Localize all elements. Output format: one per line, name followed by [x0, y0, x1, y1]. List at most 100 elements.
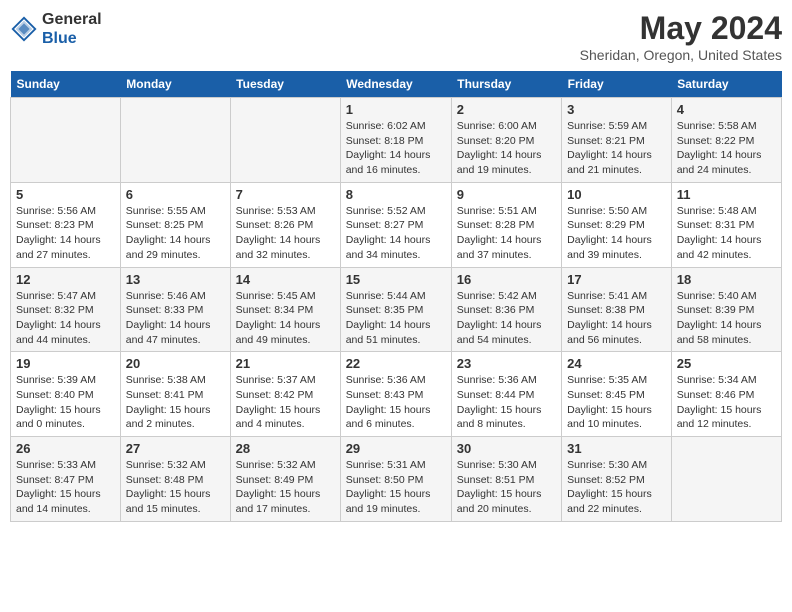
- day-info: Daylight: 14 hours and 39 minutes.: [567, 233, 666, 262]
- day-info: Sunrise: 5:34 AM: [677, 373, 776, 388]
- day-cell-2: 2Sunrise: 6:00 AMSunset: 8:20 PMDaylight…: [451, 98, 561, 183]
- logo-general: General: [42, 11, 102, 28]
- day-info: Daylight: 14 hours and 19 minutes.: [457, 148, 556, 177]
- day-cell-16: 16Sunrise: 5:42 AMSunset: 8:36 PMDayligh…: [451, 267, 561, 352]
- day-info: Sunrise: 5:33 AM: [16, 458, 115, 473]
- day-info: Sunrise: 5:48 AM: [677, 204, 776, 219]
- day-number: 22: [346, 356, 446, 371]
- day-cell-15: 15Sunrise: 5:44 AMSunset: 8:35 PMDayligh…: [340, 267, 451, 352]
- logo: General Blue: [10, 10, 102, 48]
- week-row-4: 19Sunrise: 5:39 AMSunset: 8:40 PMDayligh…: [11, 352, 782, 437]
- day-info: Sunrise: 5:50 AM: [567, 204, 666, 219]
- day-number: 1: [346, 102, 446, 117]
- day-info: Daylight: 14 hours and 58 minutes.: [677, 318, 776, 347]
- day-info: Sunset: 8:29 PM: [567, 218, 666, 233]
- day-info: Sunrise: 5:40 AM: [677, 289, 776, 304]
- day-cell-14: 14Sunrise: 5:45 AMSunset: 8:34 PMDayligh…: [230, 267, 340, 352]
- month-title: May 2024: [580, 10, 782, 47]
- day-number: 18: [677, 272, 776, 287]
- day-info: Sunset: 8:43 PM: [346, 388, 446, 403]
- day-info: Sunset: 8:47 PM: [16, 473, 115, 488]
- day-cell-6: 6Sunrise: 5:55 AMSunset: 8:25 PMDaylight…: [120, 182, 230, 267]
- day-info: Sunrise: 5:39 AM: [16, 373, 115, 388]
- day-info: Sunrise: 5:44 AM: [346, 289, 446, 304]
- location: Sheridan, Oregon, United States: [580, 47, 782, 63]
- empty-cell: [120, 98, 230, 183]
- day-info: Sunrise: 5:52 AM: [346, 204, 446, 219]
- day-info: Daylight: 15 hours and 0 minutes.: [16, 403, 115, 432]
- day-number: 29: [346, 441, 446, 456]
- day-info: Sunset: 8:20 PM: [457, 134, 556, 149]
- day-info: Sunrise: 5:41 AM: [567, 289, 666, 304]
- day-info: Daylight: 15 hours and 19 minutes.: [346, 487, 446, 516]
- day-number: 28: [236, 441, 335, 456]
- day-info: Daylight: 14 hours and 32 minutes.: [236, 233, 335, 262]
- day-cell-30: 30Sunrise: 5:30 AMSunset: 8:51 PMDayligh…: [451, 437, 561, 522]
- day-info: Sunset: 8:40 PM: [16, 388, 115, 403]
- day-info: Sunrise: 5:35 AM: [567, 373, 666, 388]
- day-info: Sunrise: 5:46 AM: [126, 289, 225, 304]
- day-cell-22: 22Sunrise: 5:36 AMSunset: 8:43 PMDayligh…: [340, 352, 451, 437]
- day-cell-12: 12Sunrise: 5:47 AMSunset: 8:32 PMDayligh…: [11, 267, 121, 352]
- day-info: Daylight: 15 hours and 4 minutes.: [236, 403, 335, 432]
- day-info: Sunset: 8:42 PM: [236, 388, 335, 403]
- day-info: Sunset: 8:32 PM: [16, 303, 115, 318]
- day-cell-21: 21Sunrise: 5:37 AMSunset: 8:42 PMDayligh…: [230, 352, 340, 437]
- weekday-header-saturday: Saturday: [671, 71, 781, 98]
- logo-blue: Blue: [42, 30, 77, 47]
- day-number: 8: [346, 187, 446, 202]
- weekday-header-thursday: Thursday: [451, 71, 561, 98]
- day-info: Sunrise: 5:45 AM: [236, 289, 335, 304]
- day-info: Sunrise: 5:53 AM: [236, 204, 335, 219]
- day-number: 23: [457, 356, 556, 371]
- day-info: Daylight: 14 hours and 51 minutes.: [346, 318, 446, 347]
- day-info: Sunset: 8:51 PM: [457, 473, 556, 488]
- day-cell-8: 8Sunrise: 5:52 AMSunset: 8:27 PMDaylight…: [340, 182, 451, 267]
- day-cell-31: 31Sunrise: 5:30 AMSunset: 8:52 PMDayligh…: [562, 437, 672, 522]
- weekday-header-friday: Friday: [562, 71, 672, 98]
- day-cell-10: 10Sunrise: 5:50 AMSunset: 8:29 PMDayligh…: [562, 182, 672, 267]
- day-info: Daylight: 15 hours and 2 minutes.: [126, 403, 225, 432]
- day-info: Daylight: 14 hours and 21 minutes.: [567, 148, 666, 177]
- day-cell-4: 4Sunrise: 5:58 AMSunset: 8:22 PMDaylight…: [671, 98, 781, 183]
- day-info: Sunset: 8:52 PM: [567, 473, 666, 488]
- day-info: Sunrise: 5:38 AM: [126, 373, 225, 388]
- day-number: 27: [126, 441, 225, 456]
- day-info: Sunset: 8:44 PM: [457, 388, 556, 403]
- day-number: 14: [236, 272, 335, 287]
- day-info: Sunset: 8:48 PM: [126, 473, 225, 488]
- day-info: Sunrise: 5:32 AM: [126, 458, 225, 473]
- weekday-header-monday: Monday: [120, 71, 230, 98]
- day-info: Daylight: 14 hours and 29 minutes.: [126, 233, 225, 262]
- day-info: Sunset: 8:34 PM: [236, 303, 335, 318]
- day-cell-23: 23Sunrise: 5:36 AMSunset: 8:44 PMDayligh…: [451, 352, 561, 437]
- title-block: May 2024 Sheridan, Oregon, United States: [580, 10, 782, 63]
- day-number: 3: [567, 102, 666, 117]
- day-info: Sunrise: 5:42 AM: [457, 289, 556, 304]
- day-info: Daylight: 14 hours and 24 minutes.: [677, 148, 776, 177]
- day-cell-28: 28Sunrise: 5:32 AMSunset: 8:49 PMDayligh…: [230, 437, 340, 522]
- weekday-header-row: SundayMondayTuesdayWednesdayThursdayFrid…: [11, 71, 782, 98]
- day-info: Daylight: 14 hours and 47 minutes.: [126, 318, 225, 347]
- day-number: 17: [567, 272, 666, 287]
- day-number: 9: [457, 187, 556, 202]
- day-info: Daylight: 14 hours and 54 minutes.: [457, 318, 556, 347]
- day-info: Sunrise: 5:47 AM: [16, 289, 115, 304]
- day-cell-24: 24Sunrise: 5:35 AMSunset: 8:45 PMDayligh…: [562, 352, 672, 437]
- empty-cell: [11, 98, 121, 183]
- day-info: Sunset: 8:49 PM: [236, 473, 335, 488]
- day-cell-29: 29Sunrise: 5:31 AMSunset: 8:50 PMDayligh…: [340, 437, 451, 522]
- day-info: Daylight: 14 hours and 16 minutes.: [346, 148, 446, 177]
- day-cell-13: 13Sunrise: 5:46 AMSunset: 8:33 PMDayligh…: [120, 267, 230, 352]
- day-number: 26: [16, 441, 115, 456]
- weekday-header-wednesday: Wednesday: [340, 71, 451, 98]
- page-header: General Blue May 2024 Sheridan, Oregon, …: [10, 10, 782, 63]
- day-cell-9: 9Sunrise: 5:51 AMSunset: 8:28 PMDaylight…: [451, 182, 561, 267]
- day-info: Sunset: 8:36 PM: [457, 303, 556, 318]
- day-number: 6: [126, 187, 225, 202]
- empty-cell: [230, 98, 340, 183]
- day-info: Sunset: 8:27 PM: [346, 218, 446, 233]
- day-info: Daylight: 15 hours and 15 minutes.: [126, 487, 225, 516]
- day-info: Daylight: 14 hours and 56 minutes.: [567, 318, 666, 347]
- day-number: 7: [236, 187, 335, 202]
